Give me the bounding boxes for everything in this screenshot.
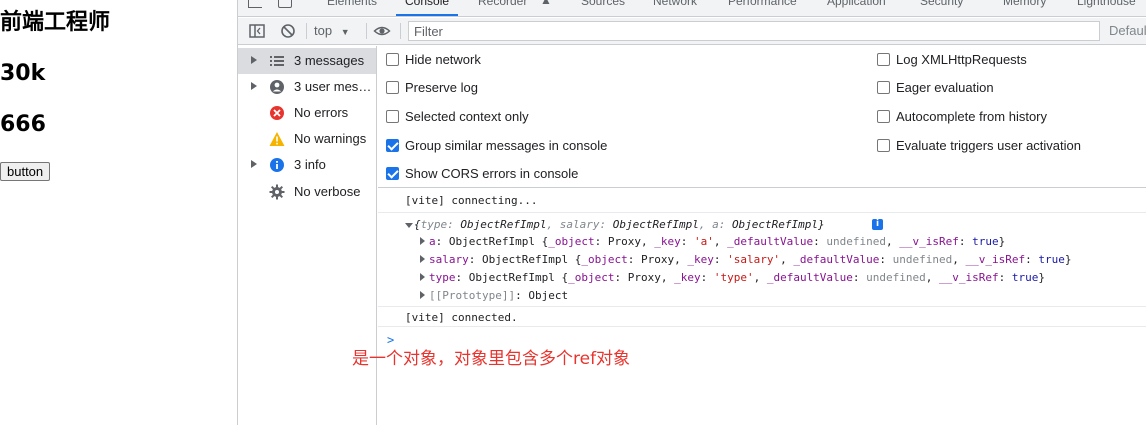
setting-label: Eager evaluation	[896, 80, 994, 95]
page-button[interactable]: button	[0, 162, 51, 181]
expand-arrow-icon[interactable]	[420, 255, 425, 263]
object-property-salary[interactable]: salary: ObjectRefImpl {_object: Proxy, _…	[429, 253, 1072, 266]
user-icon	[270, 80, 284, 94]
console-message: [vite] connected.	[378, 307, 1146, 327]
info-icon	[270, 158, 284, 172]
sidebar-toggle-icon[interactable]	[248, 22, 266, 40]
context-selector-label: top	[314, 23, 333, 38]
page-heading-value: 666	[0, 112, 46, 137]
tab-application[interactable]: Application	[827, 0, 886, 8]
page-heading-salary: 30k	[0, 61, 46, 86]
sidebar-item-info[interactable]: 3 info	[238, 152, 376, 178]
sidebar-item-warnings[interactable]: No warnings	[238, 126, 376, 152]
devtools-tabbar: Elements Console Recorder ▲ Sources Netw…	[238, 0, 1146, 17]
device-toolbar-icon[interactable]	[278, 0, 292, 8]
toolbar-separator	[366, 23, 367, 39]
tab-recorder[interactable]: Recorder	[478, 0, 527, 8]
tab-memory[interactable]: Memory	[1003, 0, 1046, 8]
page-heading-title: 前端工程师	[0, 10, 111, 35]
autocomplete-history-checkbox[interactable]	[877, 110, 890, 123]
console-message: [vite] connecting...	[378, 189, 1146, 213]
console-message-text: [vite] connected.	[405, 311, 518, 324]
sidebar-item-label: No verbose	[294, 184, 361, 199]
live-expression-eye-icon[interactable]	[373, 22, 391, 40]
object-property-a[interactable]: a: ObjectRefImpl {_object: Proxy, _key: …	[429, 235, 1005, 248]
expand-arrow-icon[interactable]	[420, 291, 425, 299]
rendered-page: 前端工程师 30k 666 button	[0, 0, 237, 425]
sidebar-item-errors[interactable]: No errors	[238, 100, 376, 126]
setting-label: Preserve log	[405, 80, 478, 95]
setting-label: Evaluate triggers user activation	[896, 138, 1081, 153]
setting-label: Group similar messages in console	[405, 138, 608, 153]
sidebar-item-label: No warnings	[294, 131, 367, 146]
eager-evaluation-checkbox[interactable]	[877, 81, 890, 94]
tab-sources[interactable]: Sources	[581, 0, 625, 8]
hide-network-checkbox[interactable]	[386, 53, 399, 66]
collapse-arrow-icon[interactable]	[405, 223, 413, 228]
show-cors-checkbox[interactable]	[386, 167, 399, 180]
sidebar-item-label: No errors	[294, 105, 349, 120]
expand-arrow-icon[interactable]	[251, 160, 257, 168]
object-summary[interactable]: {type: ObjectRefImpl, salary: ObjectRefI…	[414, 218, 825, 231]
filter-input[interactable]	[408, 21, 1100, 41]
caret-down-icon: ▼	[340, 27, 350, 37]
group-similar-checkbox[interactable]	[386, 139, 399, 152]
clear-console-icon[interactable]	[279, 22, 297, 40]
expand-arrow-icon[interactable]	[420, 237, 425, 245]
selected-context-checkbox[interactable]	[386, 110, 399, 123]
setting-label: Autocomplete from history	[896, 109, 1048, 124]
console-settings: Hide network Preserve log Selected conte…	[378, 46, 1146, 188]
console-toolbar: top ▼ Defaul	[238, 18, 1146, 45]
evaluate-triggers-checkbox[interactable]	[877, 139, 890, 152]
toolbar-separator	[306, 23, 307, 39]
expand-arrow-icon[interactable]	[420, 273, 425, 281]
context-selector[interactable]: top ▼	[314, 22, 350, 40]
object-info-icon[interactable]: i	[872, 219, 883, 230]
sidebar-item-user-messages[interactable]: 3 user messages	[238, 74, 376, 100]
expand-arrow-icon[interactable]	[251, 56, 257, 64]
log-levels-dropdown[interactable]: Defaul	[1109, 22, 1146, 40]
expand-arrow-icon[interactable]	[251, 82, 257, 90]
annotation-text: 是一个对象，对象里包含多个ref对象	[352, 349, 631, 369]
tab-console[interactable]: Console	[405, 0, 449, 8]
flask-icon: ▲	[540, 0, 552, 7]
tab-lighthouse[interactable]: Lighthouse	[1077, 0, 1136, 8]
warning-icon	[269, 132, 285, 146]
gear-icon	[269, 184, 285, 200]
sidebar-item-label: 3 info	[294, 157, 326, 172]
list-icon	[270, 56, 284, 66]
console-message-text: [vite] connecting...	[405, 194, 538, 207]
sidebar-item-messages[interactable]: 3 messages	[238, 48, 376, 74]
sidebar-item-verbose[interactable]: No verbose	[238, 179, 376, 205]
setting-label: Log XMLHttpRequests	[896, 52, 1027, 67]
sidebar-item-label: 3 messages	[294, 53, 365, 68]
active-tab-indicator	[396, 14, 458, 16]
preserve-log-checkbox[interactable]	[386, 81, 399, 94]
console-output: [vite] connecting... {type: ObjectRefImp…	[378, 189, 1146, 425]
setting-label: Selected context only	[405, 109, 529, 124]
object-prototype[interactable]: [[Prototype]]: Object	[429, 289, 568, 302]
tab-elements[interactable]: Elements	[327, 0, 377, 8]
object-property-type[interactable]: type: ObjectRefImpl {_object: Proxy, _ke…	[429, 271, 1045, 284]
sidebar-item-label: 3 user messages	[294, 79, 374, 94]
tab-network[interactable]: Network	[653, 0, 697, 8]
log-xhr-checkbox[interactable]	[877, 53, 890, 66]
setting-label: Show CORS errors in console	[405, 166, 579, 181]
toolbar-separator	[400, 23, 401, 39]
console-message-object: {type: ObjectRefImpl, salary: ObjectRefI…	[378, 213, 1146, 307]
tab-security[interactable]: Security	[920, 0, 963, 8]
error-icon	[270, 106, 284, 120]
tab-performance[interactable]: Performance	[728, 0, 797, 8]
setting-label: Hide network	[405, 52, 481, 67]
inspect-element-icon[interactable]	[248, 0, 262, 8]
